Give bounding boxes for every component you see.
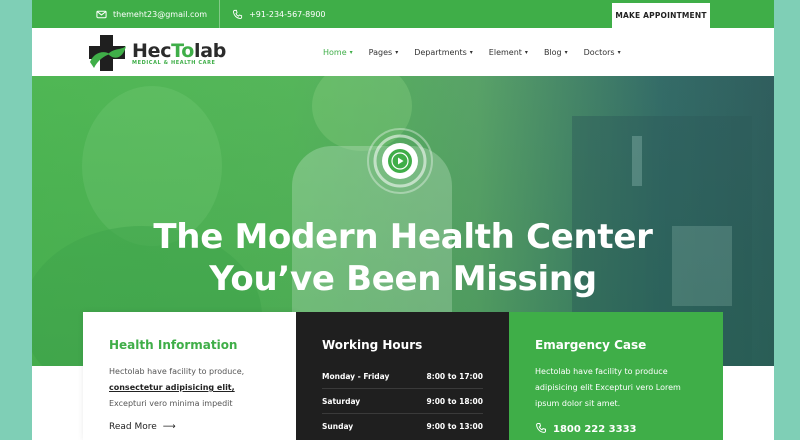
nav-item-departments[interactable]: Departments ▾ — [406, 48, 481, 57]
nav-label: Pages — [368, 47, 393, 57]
phone-icon — [232, 9, 243, 20]
logo-tagline: MEDICAL & HEALTH CARE — [132, 60, 216, 66]
phone-contact[interactable]: +91-234-567-8900 — [219, 0, 337, 28]
read-more-label: Read More — [109, 422, 157, 432]
emergency-card-text: Hectolab have facility to produce adipis… — [535, 367, 681, 408]
email-text: themeht23@gmail.com — [113, 9, 208, 19]
chevron-down-icon: ▾ — [617, 48, 621, 56]
logo-name-accent: To — [171, 40, 195, 62]
phone-icon — [535, 422, 547, 437]
health-information-card: Health Information Hectolab have facilit… — [83, 312, 296, 440]
nav-label: Doctors — [583, 47, 615, 57]
hours-time: 9:00 to 13:00 — [426, 422, 484, 431]
play-video-button[interactable] — [367, 128, 433, 194]
health-text-link[interactable]: consectetur adipisicing elit, — [109, 383, 235, 392]
nav-label: Departments — [414, 47, 467, 57]
logo-name-part: Hec — [132, 40, 172, 62]
health-text-after: Excepturi vero minima impedit — [109, 399, 233, 408]
hours-time: 8:00 to 17:00 — [426, 371, 484, 381]
working-hours-card: Working Hours Monday - Friday 8:00 to 17… — [296, 312, 509, 440]
make-appointment-button[interactable]: MAKE APPOINTMENT — [612, 3, 710, 28]
arrow-right-icon: ⟶ — [162, 422, 176, 432]
chevron-down-icon: ▾ — [524, 48, 528, 56]
logo[interactable]: HecTolab MEDICAL & HEALTH CARE — [86, 32, 226, 74]
emergency-phone-number: 1800 222 3333 — [553, 424, 637, 435]
hero-title-line2: You’ve Been Missing — [209, 259, 597, 299]
top-bar: themeht23@gmail.com +91-234-567-8900 MAK… — [32, 0, 774, 28]
logo-name: HecTolab — [132, 40, 226, 62]
nav-label: Blog — [543, 47, 562, 57]
health-card-title: Health Information — [109, 338, 238, 352]
logo-text: HecTolab MEDICAL & HEALTH CARE — [132, 40, 226, 66]
chevron-down-icon: ▾ — [349, 48, 353, 56]
nav-item-pages[interactable]: Pages ▾ — [361, 48, 407, 57]
logo-name-part: lab — [194, 40, 227, 62]
info-cards: Health Information Hectolab have facilit… — [83, 312, 723, 440]
emergency-card-title: Emargency Case — [535, 338, 647, 352]
emergency-phone[interactable]: 1800 222 3333 — [535, 422, 697, 437]
hours-row: Monday - Friday 8:00 to 17:00 — [322, 364, 483, 389]
hours-row: Sunday 9:00 to 13:00 — [322, 414, 483, 439]
hours-time: 9:00 to 18:00 — [426, 396, 484, 406]
hours-day: Saturday — [322, 396, 361, 406]
nav-item-element[interactable]: Element ▾ — [481, 48, 536, 57]
emergency-case-card: Emargency Case Hectolab have facility to… — [509, 312, 723, 440]
mail-icon — [96, 9, 107, 20]
health-card-text: Hectolab have facility to produce, conse… — [109, 364, 270, 412]
hours-card-title: Working Hours — [322, 338, 423, 352]
read-more-link[interactable]: Read More ⟶ — [109, 422, 270, 432]
hero-title-line1: The Modern Health Center — [153, 217, 653, 257]
site-header: HecTolab MEDICAL & HEALTH CARE Home ▾ Pag… — [32, 28, 774, 76]
main-nav: Home ▾ Pages ▾ Departments ▾ Element ▾ Blog ▾… — [315, 28, 629, 76]
hours-day: Monday - Friday — [322, 371, 390, 381]
page-frame: themeht23@gmail.com +91-234-567-8900 MAK… — [32, 0, 774, 440]
chevron-down-icon: ▾ — [395, 48, 399, 56]
logo-cross-icon — [86, 32, 128, 74]
phone-text: +91-234-567-8900 — [249, 9, 326, 19]
nav-item-doctors[interactable]: Doctors ▾ — [576, 48, 629, 57]
nav-label: Element — [488, 47, 522, 57]
chevron-down-icon: ▾ — [469, 48, 473, 56]
nav-label: Home — [323, 47, 347, 57]
hero-title: The Modern Health Center You’ve Been Mis… — [32, 216, 774, 300]
chevron-down-icon: ▾ — [564, 48, 568, 56]
hours-row: Saturday 9:00 to 18:00 — [322, 389, 483, 414]
health-text-before: Hectolab have facility to produce, — [109, 367, 245, 376]
email-contact[interactable]: themeht23@gmail.com — [32, 0, 219, 28]
nav-item-blog[interactable]: Blog ▾ — [536, 48, 576, 57]
hours-day: Sunday — [322, 422, 354, 431]
nav-item-home[interactable]: Home ▾ — [315, 48, 361, 57]
